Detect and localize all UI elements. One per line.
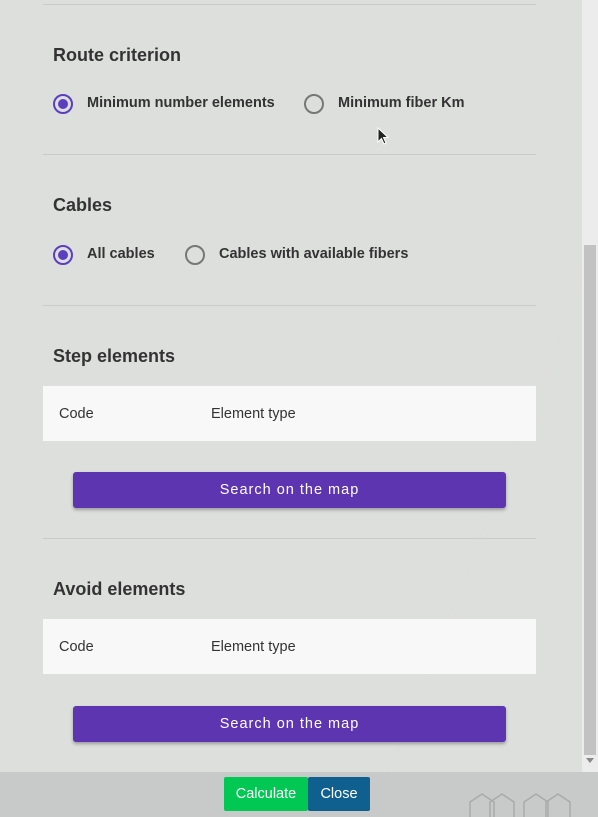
divider	[43, 4, 536, 5]
avoid-elements-title: Avoid elements	[53, 579, 186, 599]
divider	[43, 305, 536, 306]
step-search-on-map-button[interactable]: Search on the map	[73, 472, 506, 508]
column-element-type[interactable]: Element type	[211, 406, 296, 422]
divider	[43, 538, 536, 539]
radio-minimum-fiber-km[interactable]	[304, 94, 324, 114]
radio-all-cables-label[interactable]: All cables	[87, 246, 155, 262]
column-code[interactable]: Code	[59, 406, 94, 422]
step-elements-table-header: Code Element type	[43, 386, 536, 441]
radio-all-cables[interactable]	[53, 245, 73, 265]
panel-scrollbar[interactable]	[582, 0, 598, 772]
route-settings-panel: Route criterion Minimum number elements …	[0, 0, 582, 772]
avoid-search-on-map-button[interactable]: Search on the map	[73, 706, 506, 742]
column-element-type[interactable]: Element type	[211, 639, 296, 655]
radio-available-fibers-label[interactable]: Cables with available fibers	[219, 246, 408, 262]
calculate-button[interactable]: Calculate	[224, 777, 308, 811]
avoid-elements-table-header: Code Element type	[43, 619, 536, 674]
cables-title: Cables	[53, 195, 113, 215]
mouse-cursor-icon	[377, 127, 389, 145]
divider	[43, 154, 536, 155]
radio-minimum-fiber-km-label[interactable]: Minimum fiber Km	[338, 95, 464, 111]
step-elements-title: Step elements	[53, 346, 176, 366]
radio-available-fibers[interactable]	[185, 245, 205, 265]
column-code[interactable]: Code	[59, 639, 94, 655]
scrollbar-thumb[interactable]	[584, 245, 596, 755]
close-button[interactable]: Close	[308, 777, 370, 811]
radio-minimum-elements[interactable]	[53, 94, 73, 114]
radio-minimum-elements-label[interactable]: Minimum number elements	[87, 95, 275, 111]
route-criterion-title: Route criterion	[53, 45, 182, 65]
scroll-down-arrow-icon[interactable]	[586, 758, 594, 763]
